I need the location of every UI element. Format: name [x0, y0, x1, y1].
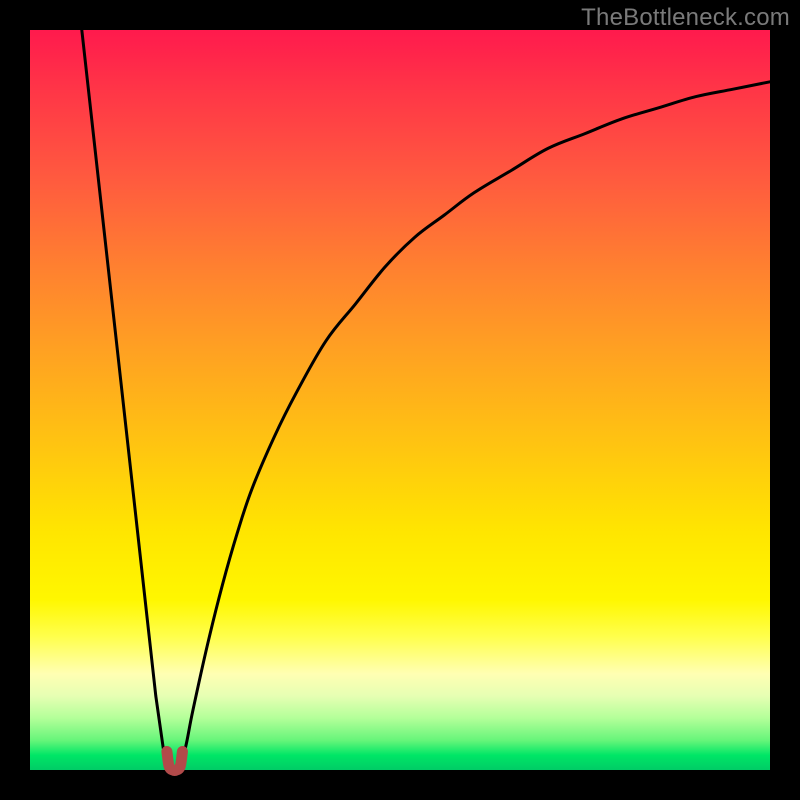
- watermark-label: TheBottleneck.com: [581, 4, 790, 32]
- curve-layer: [82, 30, 770, 770]
- chart-plot-area: [30, 30, 770, 770]
- valley-marker-path: [167, 752, 183, 771]
- chart-svg: [30, 30, 770, 770]
- valley-marker: [167, 752, 183, 771]
- left-curve-path: [82, 30, 171, 770]
- chart-frame: TheBottleneck.com: [0, 0, 800, 800]
- right-curve-path: [178, 82, 770, 770]
